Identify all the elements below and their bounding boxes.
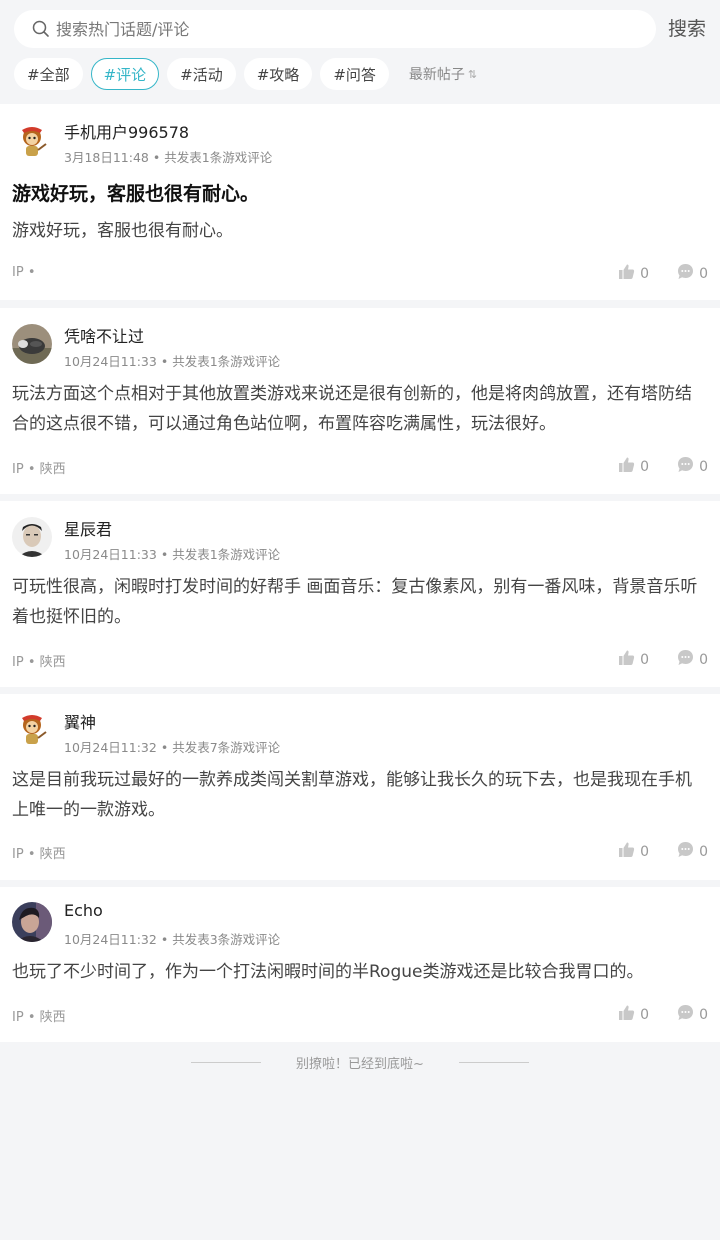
divider-left bbox=[191, 1061, 262, 1063]
monkey-avatar[interactable] bbox=[12, 710, 52, 750]
post-card[interactable]: 星辰君 10月24日11:33 • 共发表1条游戏评论 可玩性很高，闲暇时打发时间的… bbox=[0, 501, 720, 687]
post-title[interactable]: 游戏好玩，客服也很有耐心。 bbox=[12, 179, 259, 206]
post-content[interactable]: 可玩性很高，闲暇时打发时间的好帮手 画面音乐：复古像素风，别有一番风味，背景音乐… bbox=[12, 572, 708, 632]
thumbs-up-icon bbox=[618, 841, 640, 862]
topic-tabs: #全部 #评论 #活动 #攻略 #问答 最新帖子 ⇅ bbox=[14, 58, 477, 90]
thumbs-up-icon bbox=[618, 456, 640, 477]
comment-count: 0 bbox=[699, 843, 708, 860]
divider-right bbox=[458, 1061, 529, 1063]
username[interactable]: 手机用户996578 bbox=[64, 119, 189, 143]
post-meta: 10月24日11:32 • 共发表7条游戏评论 bbox=[64, 740, 281, 755]
ip-location: IP • 陕西 bbox=[12, 462, 66, 477]
post-content[interactable]: 玩法方面这个点相对于其他放置类游戏来说还是很有创新的，他是将肉鸽放置，还有塔防结… bbox=[12, 379, 708, 439]
thumbs-up-icon bbox=[618, 1004, 640, 1025]
search-icon bbox=[26, 10, 56, 48]
post-time: 3月18日11:48 bbox=[64, 150, 149, 165]
thumbs-up-icon bbox=[618, 649, 640, 670]
review-count: 共发表1条游戏评论 bbox=[172, 354, 281, 369]
review-count: 共发表1条游戏评论 bbox=[172, 547, 281, 562]
post-content[interactable]: 游戏好玩，客服也很有耐心。 bbox=[12, 216, 708, 246]
like-button[interactable]: 0 bbox=[618, 263, 649, 284]
review-count: 共发表7条游戏评论 bbox=[172, 740, 281, 755]
post-meta: 10月24日11:33 • 共发表1条游戏评论 bbox=[64, 354, 281, 369]
review-count: 共发表3条游戏评论 bbox=[172, 932, 281, 947]
end-of-list-footer: 别撩啦！已经到底啦~ bbox=[0, 1050, 720, 1074]
comment-bubble-icon bbox=[677, 456, 699, 477]
end-of-list-text: 别撩啦！已经到底啦~ bbox=[296, 1056, 424, 1072]
post-time: 10月24日11:32 bbox=[64, 740, 157, 755]
like-button[interactable]: 0 bbox=[618, 649, 649, 670]
search-box[interactable] bbox=[14, 10, 656, 48]
tab-all[interactable]: #全部 bbox=[14, 58, 83, 90]
post-meta: 3月18日11:48 • 共发表1条游戏评论 bbox=[64, 150, 273, 165]
man-photo-avatar[interactable] bbox=[12, 517, 52, 557]
username[interactable]: 凭啥不让过 bbox=[64, 323, 144, 347]
post-time: 10月24日11:32 bbox=[64, 932, 157, 947]
like-count: 0 bbox=[640, 843, 650, 860]
ip-location: IP • bbox=[12, 265, 36, 280]
post-meta: 10月24日11:32 • 共发表3条游戏评论 bbox=[64, 932, 281, 947]
tab-guides[interactable]: #攻略 bbox=[243, 58, 313, 90]
comment-bubble-icon bbox=[677, 263, 699, 284]
post-actions: 0 0 bbox=[618, 263, 708, 284]
post-card[interactable]: Echo 10月24日11:32 • 共发表3条游戏评论 也玩了不少时间了，作为一个… bbox=[0, 887, 720, 1042]
like-count: 0 bbox=[640, 1006, 650, 1023]
comment-button[interactable]: 0 bbox=[677, 1004, 708, 1025]
username[interactable]: 星辰君 bbox=[64, 516, 112, 540]
post-card[interactable]: 手机用户996578 3月18日11:48 • 共发表1条游戏评论 游戏好玩，客服也… bbox=[0, 104, 720, 300]
tab-qa[interactable]: #问答 bbox=[320, 58, 389, 90]
comment-button[interactable]: 0 bbox=[677, 456, 708, 477]
comment-count: 0 bbox=[699, 265, 708, 282]
comment-button[interactable]: 0 bbox=[677, 263, 708, 284]
tab-events[interactable]: #活动 bbox=[167, 58, 236, 90]
comment-count: 0 bbox=[699, 651, 708, 668]
post-actions: 0 0 bbox=[618, 1004, 708, 1025]
comment-count: 0 bbox=[699, 458, 708, 475]
like-count: 0 bbox=[640, 651, 650, 668]
post-card[interactable]: 翼神 10月24日11:32 • 共发表7条游戏评论 这是目前我玩过最好的一款养成类… bbox=[0, 694, 720, 880]
comment-bubble-icon bbox=[677, 841, 699, 862]
post-time: 10月24日11:33 bbox=[64, 547, 157, 562]
search-button[interactable]: 搜索 bbox=[668, 14, 706, 41]
ip-location: IP • 陕西 bbox=[12, 847, 66, 862]
tab-comments[interactable]: #评论 bbox=[90, 58, 160, 90]
post-actions: 0 0 bbox=[618, 649, 708, 670]
username[interactable]: 翼神 bbox=[64, 709, 96, 733]
ip-location: IP • 陕西 bbox=[12, 655, 66, 670]
like-count: 0 bbox=[640, 458, 650, 475]
comment-count: 0 bbox=[699, 1006, 708, 1023]
post-content[interactable]: 也玩了不少时间了，作为一个打法闲暇时间的半Rogue类游戏还是比较合我胃口的。 bbox=[12, 957, 708, 987]
monkey-avatar[interactable] bbox=[12, 122, 52, 162]
sort-arrows-icon: ⇅ bbox=[467, 67, 478, 81]
comment-button[interactable]: 0 bbox=[677, 841, 708, 862]
search-input[interactable] bbox=[56, 19, 656, 39]
comment-button[interactable]: 0 bbox=[677, 649, 708, 670]
comment-bubble-icon bbox=[677, 1004, 699, 1025]
sort-label: 最新帖子 bbox=[408, 67, 465, 83]
post-time: 10月24日11:33 bbox=[64, 354, 157, 369]
top-bar: 搜索 #全部 #评论 #活动 #攻略 #问答 最新帖子 ⇅ bbox=[0, 0, 720, 104]
sort-dropdown[interactable]: 最新帖子 ⇅ bbox=[409, 64, 477, 84]
like-button[interactable]: 0 bbox=[618, 456, 649, 477]
like-button[interactable]: 0 bbox=[618, 1004, 649, 1025]
post-meta: 10月24日11:33 • 共发表1条游戏评论 bbox=[64, 547, 281, 562]
review-count: 共发表1条游戏评论 bbox=[164, 150, 273, 165]
ip-location: IP • 陕西 bbox=[12, 1010, 66, 1025]
post-card[interactable]: 凭啥不让过 10月24日11:33 • 共发表1条游戏评论 玩法方面这个点相对于其他… bbox=[0, 308, 720, 494]
like-count: 0 bbox=[640, 265, 650, 282]
post-actions: 0 0 bbox=[618, 456, 708, 477]
post-content[interactable]: 这是目前我玩过最好的一款养成类闯关割草游戏，能够让我长久的玩下去，也是我现在手机… bbox=[12, 765, 708, 825]
person-photo-avatar[interactable] bbox=[12, 902, 52, 942]
username[interactable]: Echo bbox=[64, 901, 103, 920]
post-actions: 0 0 bbox=[618, 841, 708, 862]
comment-bubble-icon bbox=[677, 649, 699, 670]
like-button[interactable]: 0 bbox=[618, 841, 649, 862]
animal-photo-avatar[interactable] bbox=[12, 324, 52, 364]
thumbs-up-icon bbox=[618, 263, 640, 284]
